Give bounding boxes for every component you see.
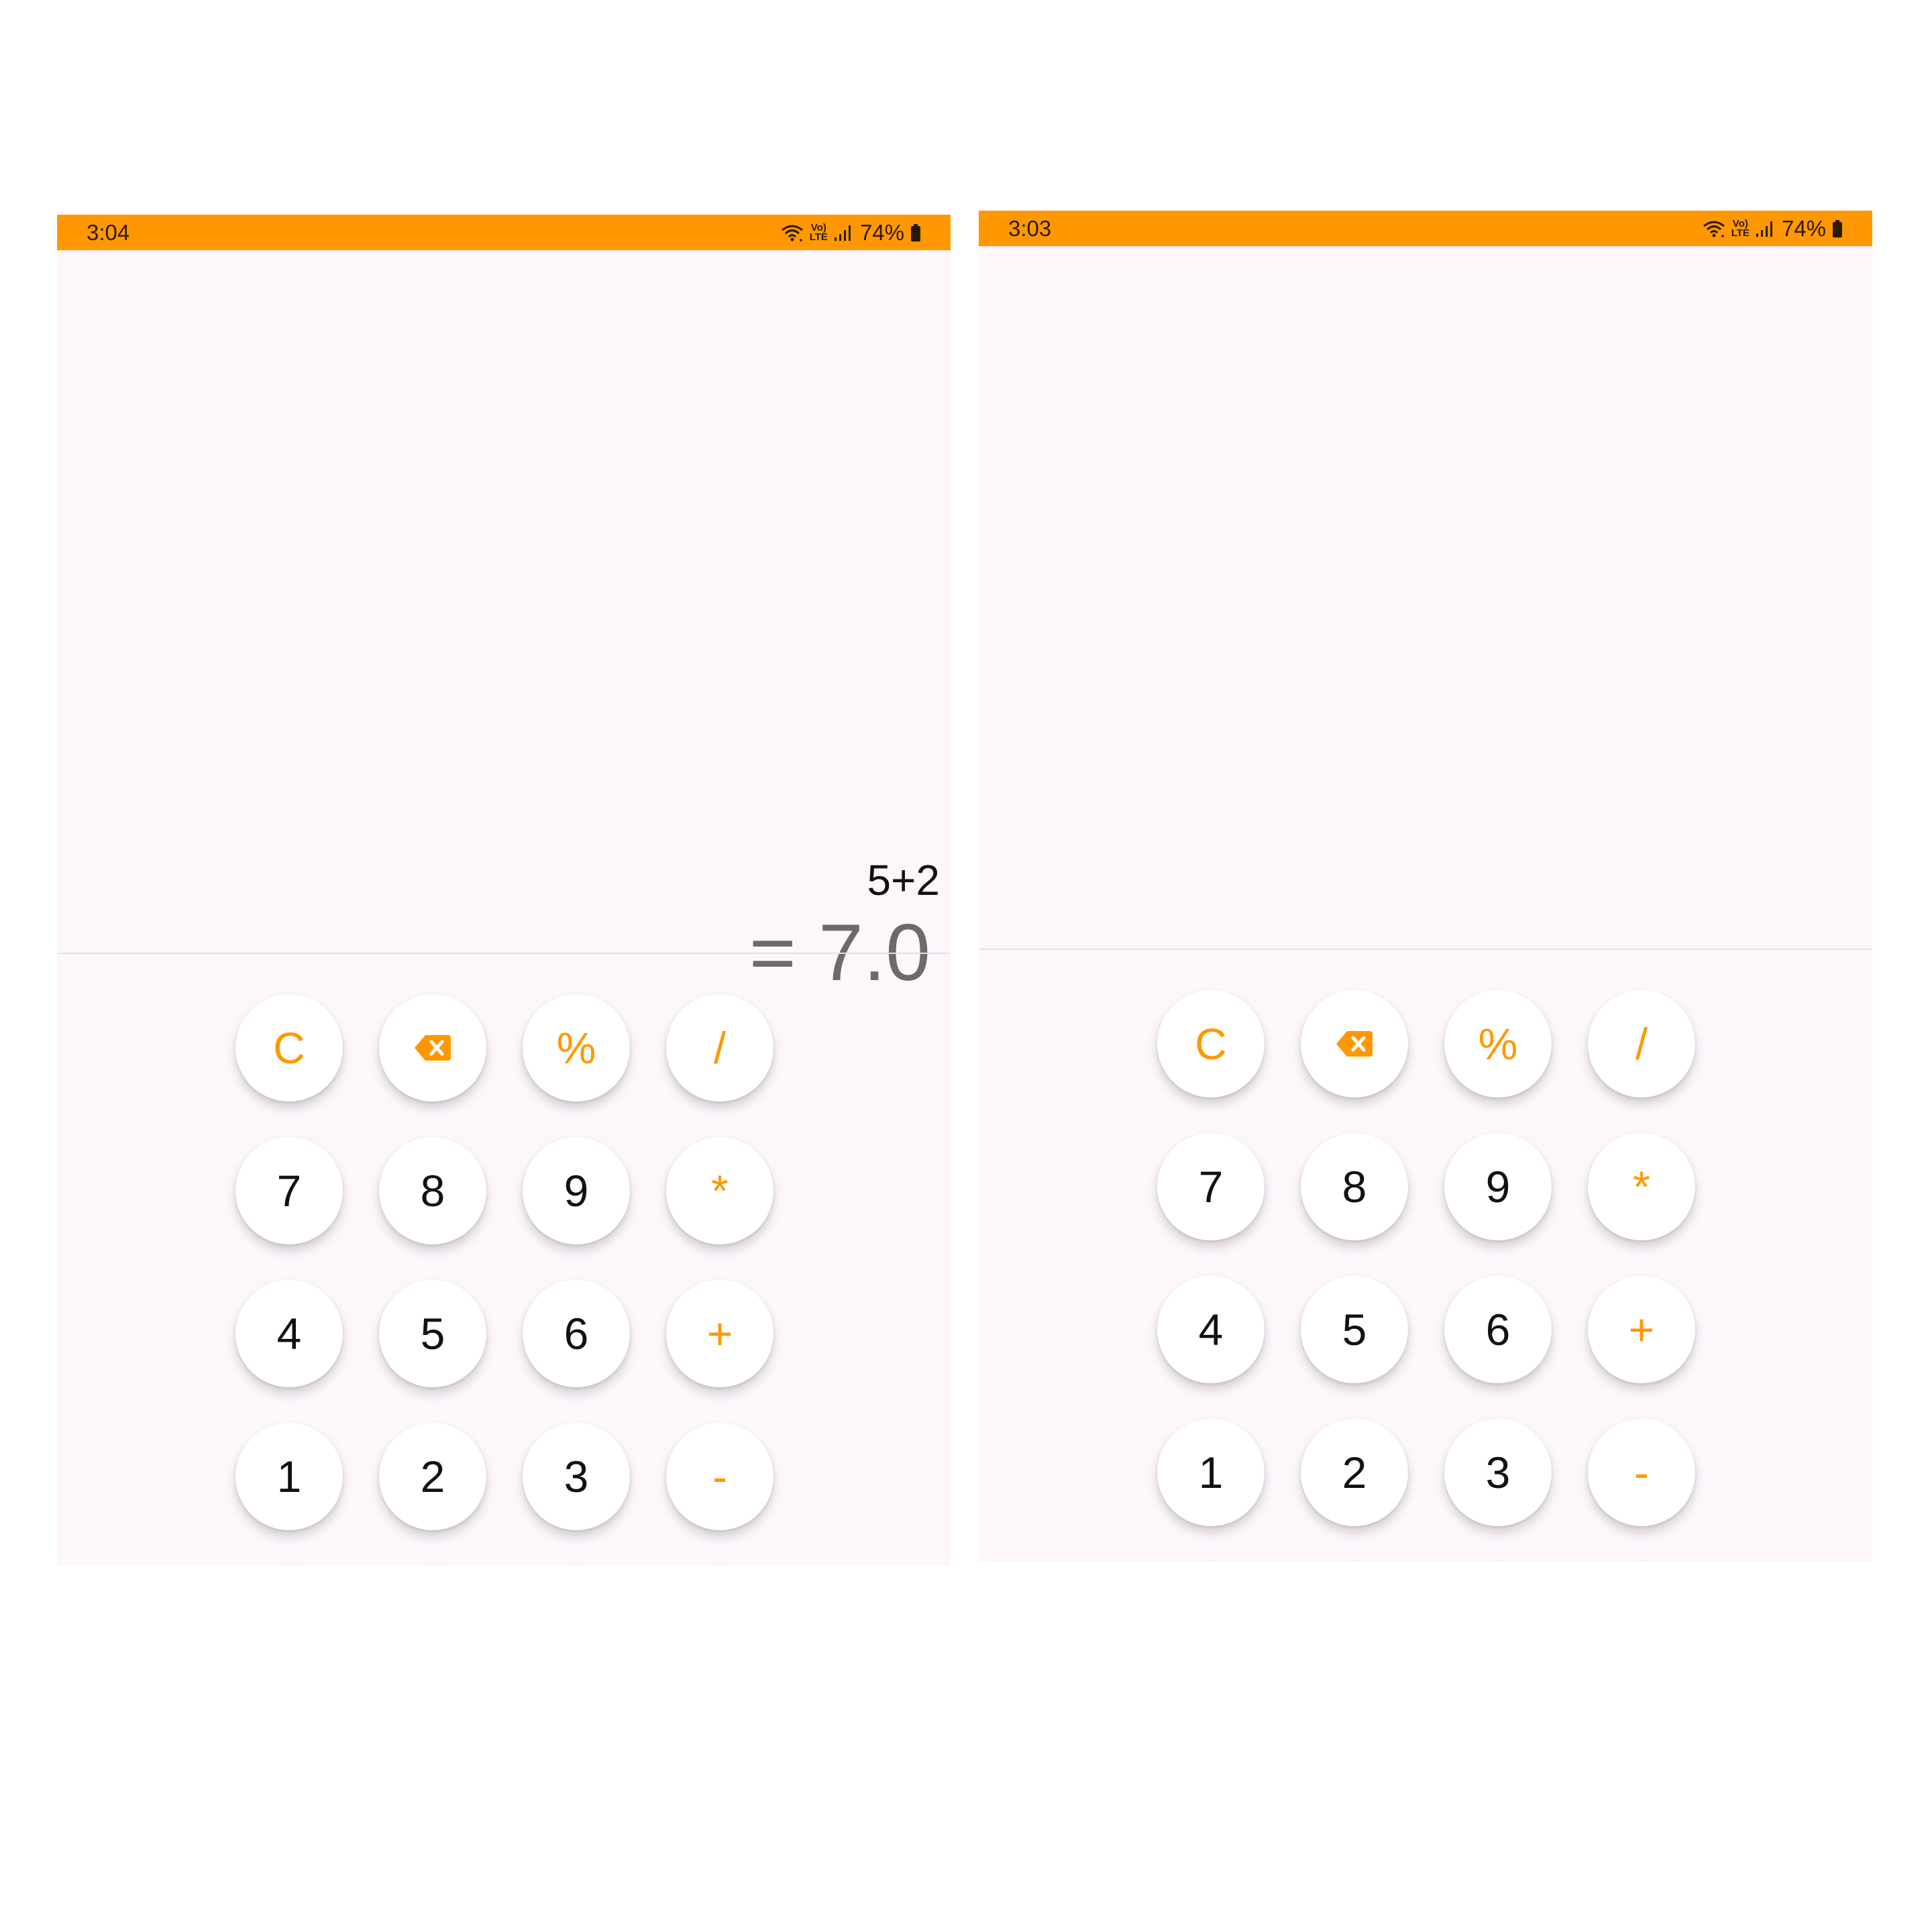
- multiply-button[interactable]: *: [1588, 1133, 1695, 1240]
- digit-1-button[interactable]: 1: [235, 1423, 343, 1530]
- display-area: [979, 246, 1872, 949]
- keypad: C % / 7 8 9 * 4 5 6 + 1 2 3 - AC 0 . =: [1157, 990, 1695, 1562]
- digit-9-button[interactable]: 9: [1444, 1133, 1552, 1240]
- percent-button[interactable]: %: [523, 994, 630, 1102]
- status-bar: 3:03 Vo) LTE 74%: [979, 211, 1872, 246]
- digit-7-button[interactable]: 7: [235, 1137, 343, 1244]
- plus-button[interactable]: +: [1588, 1276, 1695, 1383]
- display-area: 5+2 = 7.0: [57, 250, 951, 998]
- digit-8-button[interactable]: 8: [1301, 1133, 1408, 1240]
- volte-icon: Vo) LTE: [809, 221, 828, 243]
- minus-button[interactable]: -: [1588, 1419, 1695, 1526]
- minus-button[interactable]: -: [666, 1423, 773, 1530]
- digit-6-button[interactable]: 6: [1444, 1276, 1552, 1383]
- divider: [979, 949, 1872, 950]
- digit-4-button[interactable]: 4: [235, 1280, 343, 1387]
- plus-button[interactable]: +: [666, 1280, 773, 1387]
- backspace-button[interactable]: [1301, 990, 1408, 1097]
- battery-percent: 74%: [1781, 215, 1826, 241]
- volte-icon: Vo) LTE: [1731, 217, 1750, 239]
- backspace-button[interactable]: [379, 994, 486, 1102]
- digit-8-button[interactable]: 8: [379, 1137, 486, 1244]
- digit-3-button[interactable]: 3: [523, 1423, 630, 1530]
- status-time: 3:04: [87, 219, 130, 245]
- calculator-screen-right: 3:03 Vo) LTE 74% C % / 7 8 9 * 4 5 6 + 1…: [979, 211, 1872, 1562]
- digit-4-button[interactable]: 4: [1157, 1276, 1265, 1383]
- digit-1-button[interactable]: 1: [1157, 1419, 1265, 1526]
- digit-7-button[interactable]: 7: [1157, 1133, 1265, 1240]
- status-icons: Vo) LTE 74%: [781, 220, 921, 246]
- clear-button[interactable]: C: [235, 994, 343, 1102]
- digit-5-button[interactable]: 5: [379, 1280, 486, 1387]
- signal-icon: [1756, 220, 1776, 237]
- digit-2-button[interactable]: 2: [1301, 1419, 1408, 1526]
- status-icons: Vo) LTE 74%: [1703, 216, 1843, 241]
- wifi-icon: [781, 223, 804, 242]
- battery-percent: 74%: [859, 219, 904, 245]
- backspace-icon: [1335, 1030, 1374, 1058]
- percent-button[interactable]: %: [1444, 990, 1552, 1097]
- battery-icon: [910, 223, 921, 242]
- digit-3-button[interactable]: 3: [1444, 1419, 1552, 1526]
- divide-button[interactable]: /: [1588, 990, 1695, 1097]
- digit-5-button[interactable]: 5: [1301, 1276, 1408, 1383]
- clear-button[interactable]: C: [1157, 990, 1265, 1097]
- status-time: 3:03: [1008, 215, 1052, 241]
- backspace-icon: [413, 1034, 452, 1062]
- digit-2-button[interactable]: 2: [379, 1423, 486, 1530]
- digit-9-button[interactable]: 9: [523, 1137, 630, 1244]
- divider: [57, 953, 951, 954]
- calculator-screen-left: 3:04 Vo) LTE 74% 5+2 = 7.0 C % / 7 8 9 *…: [57, 215, 951, 1566]
- battery-icon: [1832, 219, 1843, 238]
- wifi-icon: [1703, 219, 1725, 238]
- multiply-button[interactable]: *: [666, 1137, 773, 1244]
- status-bar: 3:04 Vo) LTE 74%: [57, 215, 951, 250]
- keypad: C % / 7 8 9 * 4 5 6 + 1 2 3 - AC 0 . =: [235, 994, 773, 1566]
- divide-button[interactable]: /: [666, 994, 773, 1102]
- digit-6-button[interactable]: 6: [523, 1280, 630, 1387]
- signal-icon: [834, 224, 854, 241]
- expression-text: 5+2: [867, 856, 940, 904]
